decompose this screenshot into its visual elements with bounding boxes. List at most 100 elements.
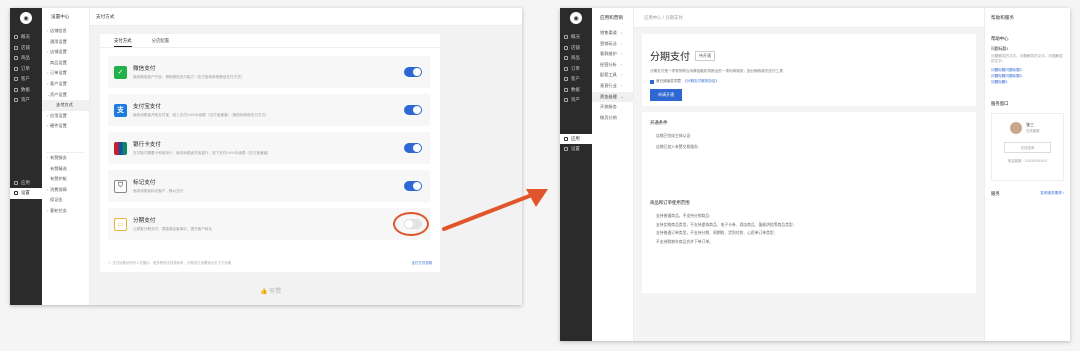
subnav-title: 应用和营销 bbox=[600, 15, 623, 20]
subnav-item[interactable]: › 应用设置 bbox=[42, 111, 89, 122]
apps-subnav: 应用和营销 销售渠道 › 营销玩法 › 客群维护 › 经营分析 › 配套工具 › 垂直行业… bbox=[592, 8, 634, 341]
rail-item-settings[interactable]: 设置 bbox=[10, 188, 42, 199]
subnav-item[interactable]: 客群维护 › bbox=[592, 49, 633, 60]
main-rail: ◉ 概况 店铺 商品 订单 客户 数据 资产 应用 设置 bbox=[560, 8, 592, 341]
manager-card: 张三 在线客服 在线咨询 电话客服：1XXXXXXXXX bbox=[991, 113, 1064, 181]
toggle-switch[interactable] bbox=[404, 105, 422, 115]
list-item: 店铺已加入有赞交易服务; bbox=[656, 145, 699, 149]
subnav-item[interactable]: › 订单设置 bbox=[42, 68, 89, 79]
toggle-switch[interactable] bbox=[404, 67, 422, 77]
tag-pay-icon: ⛉ bbox=[114, 179, 127, 193]
tab-payment-methods[interactable]: 支付方式 bbox=[114, 34, 132, 47]
subnav-item[interactable]: 营销玩法 › bbox=[592, 39, 633, 50]
store-icon bbox=[564, 45, 568, 50]
subnav-item[interactable]: 销售渠道 › bbox=[592, 28, 633, 39]
main-rail: ◉ 概况 店铺 商品 订单 客户 数据 资产 应用 设置 bbox=[10, 8, 42, 305]
subnav-item[interactable]: 开放服务 bbox=[592, 102, 633, 113]
rail-item-settings[interactable]: 设置 bbox=[560, 144, 592, 155]
rail-item[interactable]: 资产 bbox=[560, 95, 592, 106]
subnav-item[interactable]: 通用设置 bbox=[42, 37, 89, 48]
brand-watermark: 👍 有赞 bbox=[260, 289, 282, 295]
payment-method-row: 银行卡支付 支付接口需要卡和信用卡，面向消费者开放银行，线下支付0.6%手续费（支… bbox=[108, 132, 430, 164]
highlight-ring bbox=[393, 212, 429, 236]
payment-method-row: 支 支付宝支付 面向消费者开放支付宝，线上支付0.6%手续费（支付宝通道）（微信和… bbox=[108, 94, 430, 126]
rail-item-apps[interactable]: 应用 bbox=[10, 178, 42, 189]
section-title: 服务 bbox=[991, 191, 1000, 196]
subnav-item[interactable]: › 有赞服务 bbox=[42, 153, 89, 164]
customer-icon bbox=[14, 77, 18, 82]
rail-item[interactable]: 客户 bbox=[560, 74, 592, 85]
subnav-item[interactable]: › 客蛇任务 bbox=[42, 206, 89, 217]
rail-item[interactable]: 订单 bbox=[10, 64, 42, 75]
logo-icon: ◉ bbox=[20, 12, 32, 24]
subnav-item[interactable]: › 客户设置 bbox=[42, 79, 89, 90]
main-content: 分期支付 待开通 分期支付是一项有赞联合持牌金融机构推出的一项利润服务，因分期收款… bbox=[634, 28, 984, 341]
subnav-item[interactable]: ⌄资产设置 bbox=[42, 90, 89, 101]
help-link[interactable]: 问题标题问题标题2 bbox=[991, 68, 1064, 73]
tab-branch-config[interactable]: 分店配置 bbox=[152, 34, 170, 47]
rail-item-apps[interactable]: 应用 bbox=[560, 133, 592, 144]
settings-subnav: 设置中心 › 店铺信息 通用设置 › 店铺设置 商品设置 › 订单设置 › 客户设置 ⌄… bbox=[42, 8, 90, 305]
section-title: 服务窗口 bbox=[991, 101, 1009, 106]
contact-button[interactable]: 在线咨询 bbox=[1004, 142, 1051, 153]
subnav-item[interactable]: › 店铺设置 bbox=[42, 47, 89, 58]
agreement-checkbox[interactable] bbox=[650, 79, 654, 84]
rail-item[interactable]: 客户 bbox=[10, 74, 42, 85]
toggle-switch[interactable] bbox=[404, 181, 422, 191]
help-panel: 帮助和服务 帮助中心 问题标题1 问题解答的文字。问题解答的文字。问题解答的文字… bbox=[984, 8, 1070, 341]
customer-icon bbox=[564, 77, 568, 82]
list-item: 店铺已完成主体认证; bbox=[656, 134, 692, 138]
list-item: 支持实物商品类型，不支持虚拟商品、电子卡券、酒店商品、蛋糕烘焙等商品类型; bbox=[656, 222, 794, 227]
goods-icon bbox=[14, 56, 18, 61]
payment-card: 支付方式 分店配置 ✓ 微信支付 面向微信客户开放，借助微信支付能力（支付宝和其他… bbox=[100, 34, 440, 272]
section-title: 开通条件 bbox=[650, 120, 668, 125]
rail-item[interactable]: 数据 bbox=[560, 85, 592, 96]
subnav-item[interactable]: 有赞护航 bbox=[42, 174, 89, 185]
rail-item[interactable]: 数据 bbox=[10, 85, 42, 96]
overview-icon bbox=[564, 35, 568, 40]
main-content: 支付方式 分店配置 ✓ 微信支付 面向微信客户开放，借助微信支付能力（支付宝和其他… bbox=[90, 26, 522, 305]
data-icon bbox=[564, 87, 568, 92]
unionpay-icon bbox=[114, 141, 127, 155]
agreement-row: 我已阅读并同意 《分期支付服务协议》 bbox=[650, 79, 968, 84]
rail-item[interactable]: 概况 bbox=[560, 32, 592, 43]
apply-button[interactable]: 申请开通 bbox=[650, 89, 682, 101]
status-badge: 待开通 bbox=[695, 50, 715, 61]
rail-item[interactable]: 资产 bbox=[10, 95, 42, 106]
list-item: 支持普通订单类型，不支持分期、周期购、货到付款、心愿单订单类型; bbox=[656, 231, 775, 235]
subnav-item[interactable]: › 店铺信息 bbox=[42, 26, 89, 37]
rail-item[interactable]: 店铺 bbox=[10, 43, 42, 54]
manager-role: 在线客服 bbox=[1026, 129, 1040, 133]
arrow-icon bbox=[442, 189, 548, 231]
rail-item[interactable]: 商品 bbox=[10, 53, 42, 64]
subnav-item[interactable]: › 消费保障 bbox=[42, 185, 89, 196]
help-link[interactable]: 问题标题问题标题3 bbox=[991, 74, 1064, 79]
help-link[interactable]: 支付方式说明 bbox=[412, 260, 432, 265]
service-link[interactable]: 发布服务需求 › bbox=[1040, 191, 1064, 197]
subnav-item[interactable]: 微页分销 bbox=[592, 113, 633, 124]
subnav-item-payment-methods[interactable]: 支付方式 bbox=[42, 100, 89, 111]
subnav-item[interactable]: 垂直行业 › bbox=[592, 81, 633, 92]
subnav-item[interactable]: 经营分析 › bbox=[592, 60, 633, 71]
toggle-switch[interactable] bbox=[404, 143, 422, 153]
product-card: 分期支付 待开通 分期支付是一项有赞联合持牌金融机构推出的一项利润服务，因分期收款… bbox=[642, 34, 976, 106]
phone-text: 电话客服：1XXXXXXXXX bbox=[1007, 159, 1048, 163]
rail-item[interactable]: 订单 bbox=[560, 64, 592, 75]
subnav-item[interactable]: 保证金 bbox=[42, 195, 89, 206]
gear-icon bbox=[564, 147, 568, 152]
help-link[interactable]: 问题标题4 bbox=[991, 80, 1064, 85]
asset-icon bbox=[564, 98, 568, 103]
subnav-item[interactable]: 配套工具 › bbox=[592, 70, 633, 81]
rail-item[interactable]: 店铺 bbox=[560, 43, 592, 54]
agreement-link[interactable]: 《分期支付服务协议》 bbox=[683, 79, 719, 84]
wechat-pay-icon: ✓ bbox=[114, 65, 127, 79]
apps-icon bbox=[14, 180, 18, 185]
help-question[interactable]: 问题标题1 bbox=[991, 47, 1064, 52]
section-title: 帮助中心 bbox=[991, 36, 1009, 41]
subnav-item[interactable]: 有赞精选 bbox=[42, 164, 89, 175]
subnav-item[interactable]: › 硬件设置 bbox=[42, 121, 89, 132]
rail-item[interactable]: 商品 bbox=[560, 53, 592, 64]
rail-item[interactable]: 概况 bbox=[10, 32, 42, 43]
subnav-item[interactable]: 商品设置 bbox=[42, 58, 89, 69]
subnav-item-funds[interactable]: 资金处理 ⌄ bbox=[592, 91, 633, 103]
